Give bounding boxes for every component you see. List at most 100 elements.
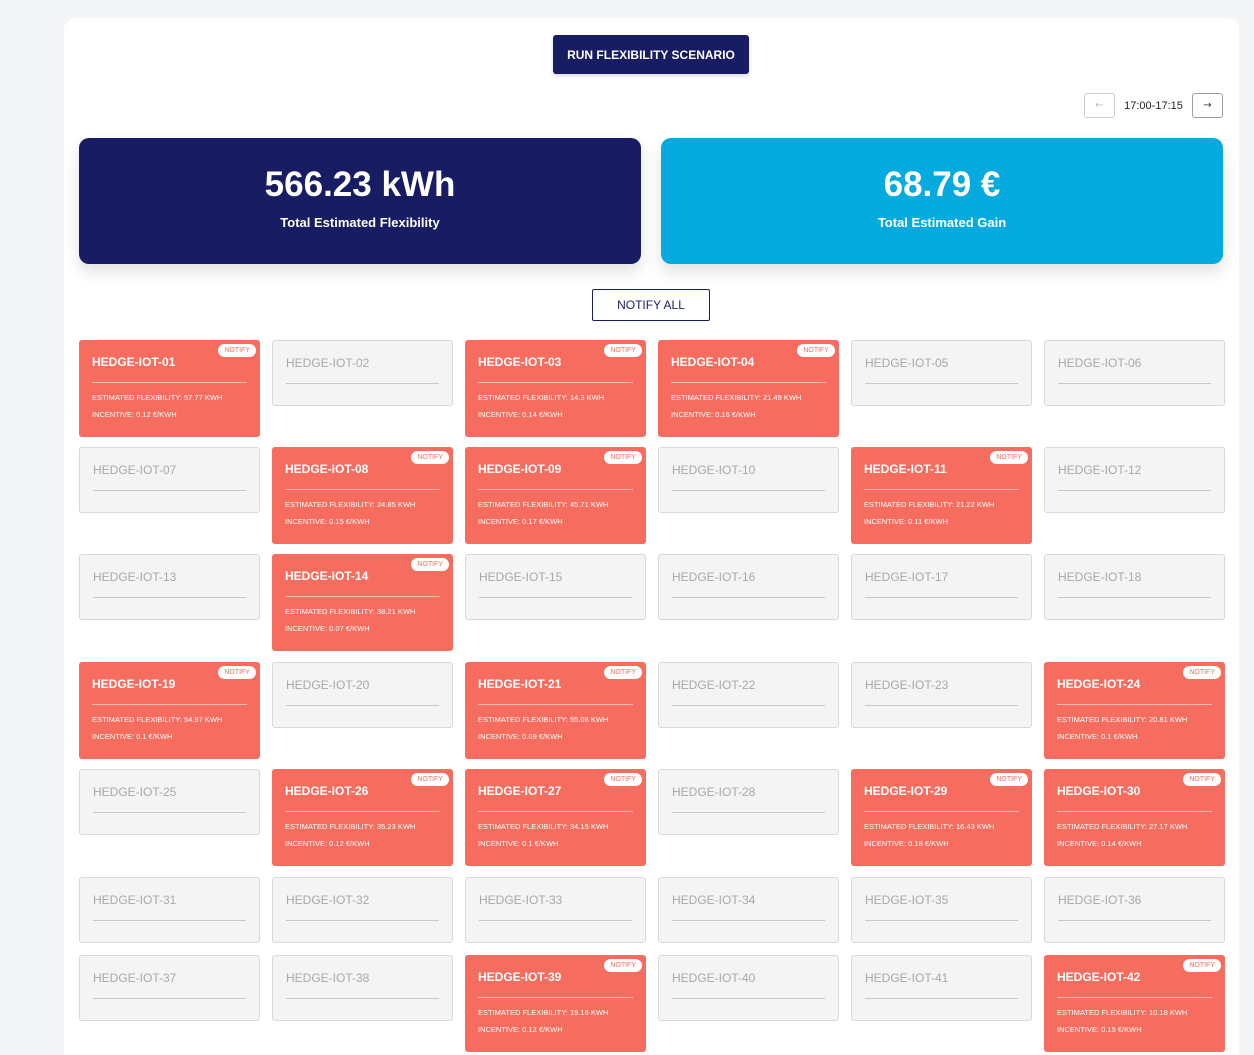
device-name: HEDGE-IOT-04 (671, 355, 755, 369)
device-name: HEDGE-IOT-39 (478, 970, 562, 984)
device-name: HEDGE-IOT-36 (1058, 893, 1142, 907)
device-card[interactable]: HEDGE-IOT-29 NOTIFY ESTIMATED FLEXIBILITY:… (851, 769, 1032, 866)
card-divider (93, 812, 246, 813)
device-card[interactable]: HEDGE-IOT-33 (465, 877, 646, 943)
device-card[interactable]: HEDGE-IOT-36 (1044, 877, 1225, 943)
notify-button[interactable]: NOTIFY (604, 666, 642, 679)
device-name: HEDGE-IOT-16 (672, 570, 756, 584)
incentive: INCENTIVE: 0.15 €/KWH (1057, 1025, 1142, 1034)
device-card[interactable]: HEDGE-IOT-22 (658, 662, 839, 728)
device-card[interactable]: HEDGE-IOT-28 (658, 769, 839, 835)
device-card[interactable]: HEDGE-IOT-38 (272, 955, 453, 1021)
notify-all-button[interactable]: NOTIFY ALL (592, 289, 710, 321)
notify-button[interactable]: NOTIFY (411, 773, 449, 786)
device-card[interactable]: HEDGE-IOT-42 NOTIFY ESTIMATED FLEXIBILITY:… (1044, 955, 1225, 1052)
notify-button[interactable]: NOTIFY (604, 451, 642, 464)
device-name: HEDGE-IOT-33 (479, 893, 563, 907)
device-card[interactable]: HEDGE-IOT-24 NOTIFY ESTIMATED FLEXIBILITY:… (1044, 662, 1225, 759)
device-name: HEDGE-IOT-38 (286, 971, 370, 985)
device-card[interactable]: HEDGE-IOT-01 NOTIFY ESTIMATED FLEXIBILITY:… (79, 340, 260, 437)
device-card[interactable]: HEDGE-IOT-06 (1044, 340, 1225, 406)
device-card[interactable]: HEDGE-IOT-17 (851, 554, 1032, 620)
card-divider (93, 597, 246, 598)
device-card[interactable]: HEDGE-IOT-39 NOTIFY ESTIMATED FLEXIBILITY:… (465, 955, 646, 1052)
device-name: HEDGE-IOT-01 (92, 355, 176, 369)
device-name: HEDGE-IOT-06 (1058, 356, 1142, 370)
device-card[interactable]: HEDGE-IOT-15 (465, 554, 646, 620)
notify-button[interactable]: NOTIFY (797, 344, 835, 357)
notify-button[interactable]: NOTIFY (604, 959, 642, 972)
device-card[interactable]: HEDGE-IOT-34 (658, 877, 839, 943)
notify-button[interactable]: NOTIFY (1183, 959, 1221, 972)
card-divider (93, 490, 246, 491)
device-card[interactable]: HEDGE-IOT-40 (658, 955, 839, 1021)
notify-button[interactable]: NOTIFY (990, 451, 1028, 464)
device-card[interactable]: HEDGE-IOT-08 NOTIFY ESTIMATED FLEXIBILITY:… (272, 447, 453, 544)
card-divider (478, 704, 633, 705)
device-card[interactable]: HEDGE-IOT-27 NOTIFY ESTIMATED FLEXIBILITY:… (465, 769, 646, 866)
incentive: INCENTIVE: 0.18 €/KWH (864, 839, 949, 848)
device-card[interactable]: HEDGE-IOT-25 (79, 769, 260, 835)
incentive: INCENTIVE: 0.12 €/KWH (92, 410, 177, 419)
card-divider (478, 489, 633, 490)
device-card[interactable]: HEDGE-IOT-16 (658, 554, 839, 620)
next-slot-button[interactable]: → (1192, 93, 1223, 118)
device-card[interactable]: HEDGE-IOT-07 (79, 447, 260, 513)
card-divider (285, 489, 440, 490)
card-divider (672, 812, 825, 813)
device-card[interactable]: HEDGE-IOT-21 NOTIFY ESTIMATED FLEXIBILITY:… (465, 662, 646, 759)
device-card[interactable]: HEDGE-IOT-35 (851, 877, 1032, 943)
device-card[interactable]: HEDGE-IOT-37 (79, 955, 260, 1021)
total-gain-value: 68.79 € (883, 165, 1001, 204)
card-divider (1058, 920, 1211, 921)
incentive: INCENTIVE: 0.12 €/KWH (478, 1025, 563, 1034)
notify-button[interactable]: NOTIFY (218, 344, 256, 357)
notify-button[interactable]: NOTIFY (1183, 666, 1221, 679)
incentive: INCENTIVE: 0.1 €/KWH (478, 839, 559, 848)
card-divider (478, 382, 633, 383)
notify-button[interactable]: NOTIFY (411, 451, 449, 464)
device-card[interactable]: HEDGE-IOT-20 (272, 662, 453, 728)
device-card[interactable]: HEDGE-IOT-18 (1044, 554, 1225, 620)
estimated-flexibility: ESTIMATED FLEXIBILITY: 19.16 KWH (478, 1008, 609, 1017)
device-card[interactable]: HEDGE-IOT-03 NOTIFY ESTIMATED FLEXIBILITY:… (465, 340, 646, 437)
estimated-flexibility: ESTIMATED FLEXIBILITY: 35.23 KWH (285, 822, 416, 831)
device-card[interactable]: HEDGE-IOT-14 NOTIFY ESTIMATED FLEXIBILITY:… (272, 554, 453, 651)
estimated-flexibility: ESTIMATED FLEXIBILITY: 14.3 KWH (478, 393, 605, 402)
device-card[interactable]: HEDGE-IOT-05 (851, 340, 1032, 406)
notify-button[interactable]: NOTIFY (604, 773, 642, 786)
estimated-flexibility: ESTIMATED FLEXIBILITY: 45.71 KWH (478, 500, 609, 509)
card-divider (93, 920, 246, 921)
device-card[interactable]: HEDGE-IOT-09 NOTIFY ESTIMATED FLEXIBILITY:… (465, 447, 646, 544)
notify-button[interactable]: NOTIFY (411, 558, 449, 571)
device-name: HEDGE-IOT-10 (672, 463, 756, 477)
notify-button[interactable]: NOTIFY (1183, 773, 1221, 786)
device-card[interactable]: HEDGE-IOT-10 (658, 447, 839, 513)
card-divider (286, 920, 439, 921)
notify-button[interactable]: NOTIFY (604, 344, 642, 357)
device-name: HEDGE-IOT-41 (865, 971, 949, 985)
card-divider (672, 998, 825, 999)
card-divider (478, 997, 633, 998)
device-card[interactable]: HEDGE-IOT-31 (79, 877, 260, 943)
total-flexibility-label: Total Estimated Flexibility (280, 215, 440, 230)
device-card[interactable]: HEDGE-IOT-26 NOTIFY ESTIMATED FLEXIBILITY:… (272, 769, 453, 866)
device-card[interactable]: HEDGE-IOT-02 (272, 340, 453, 406)
device-card[interactable]: HEDGE-IOT-30 NOTIFY ESTIMATED FLEXIBILITY:… (1044, 769, 1225, 866)
device-card[interactable]: HEDGE-IOT-04 NOTIFY ESTIMATED FLEXIBILITY:… (658, 340, 839, 437)
run-flexibility-scenario-button[interactable]: RUN FLEXIBILITY SCENARIO (553, 35, 749, 74)
device-card[interactable]: HEDGE-IOT-11 NOTIFY ESTIMATED FLEXIBILITY:… (851, 447, 1032, 544)
device-card[interactable]: HEDGE-IOT-32 (272, 877, 453, 943)
previous-slot-button[interactable]: ← (1084, 93, 1115, 118)
device-card[interactable]: HEDGE-IOT-12 (1044, 447, 1225, 513)
card-divider (671, 382, 826, 383)
notify-button[interactable]: NOTIFY (218, 666, 256, 679)
device-card[interactable]: HEDGE-IOT-19 NOTIFY ESTIMATED FLEXIBILITY:… (79, 662, 260, 759)
incentive: INCENTIVE: 0.14 €/KWH (478, 410, 563, 419)
device-card[interactable]: HEDGE-IOT-41 (851, 955, 1032, 1021)
device-card[interactable]: HEDGE-IOT-13 (79, 554, 260, 620)
incentive: INCENTIVE: 0.16 €/KWH (671, 410, 756, 419)
notify-button[interactable]: NOTIFY (990, 773, 1028, 786)
device-name: HEDGE-IOT-29 (864, 784, 948, 798)
device-card[interactable]: HEDGE-IOT-23 (851, 662, 1032, 728)
